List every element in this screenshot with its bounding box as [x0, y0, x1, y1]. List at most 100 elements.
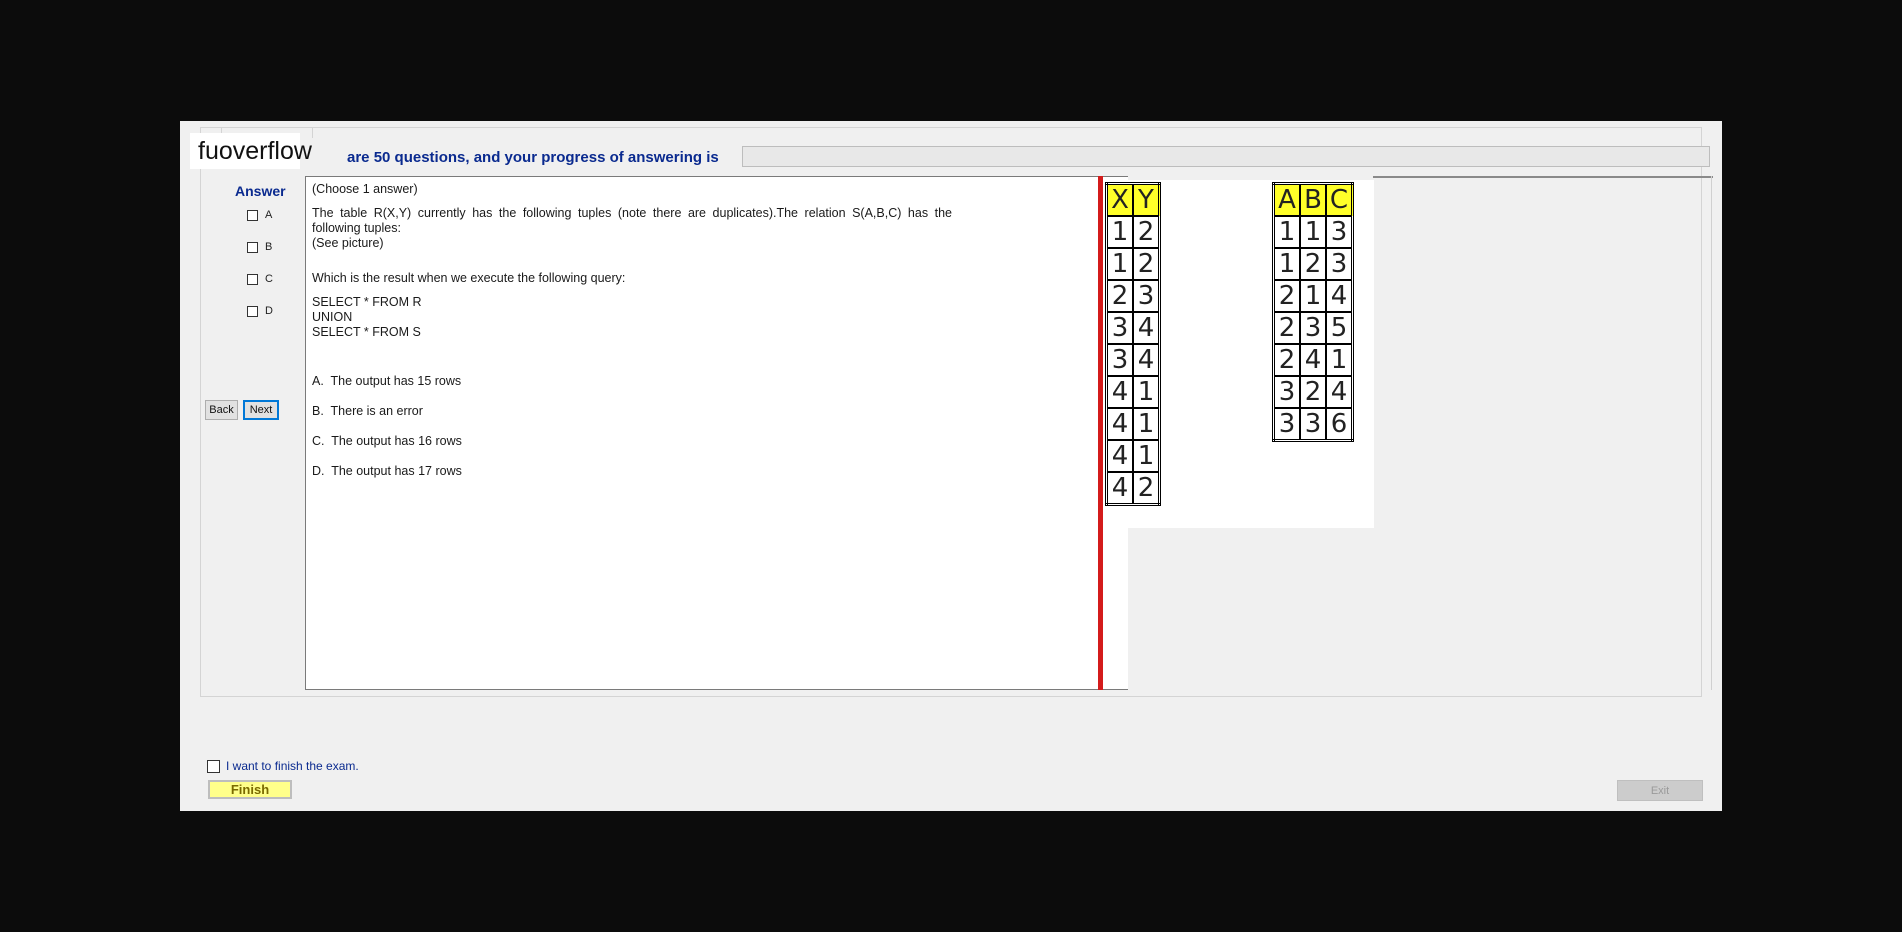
table_r-row: 12 [1105, 247, 1161, 281]
table_r-header-0: X [1105, 182, 1134, 217]
progress-bar [742, 146, 1710, 167]
option-b-label: B [265, 241, 273, 253]
table_r-cell: 2 [1132, 215, 1161, 249]
table_s-cell: 1 [1299, 279, 1327, 313]
question-prompt: Which is the result when we execute the … [312, 271, 626, 285]
finish-button[interactable]: Finish [208, 780, 292, 799]
image-panel-edge [1711, 176, 1712, 690]
option-c[interactable]: C [247, 271, 273, 287]
table_s-header-1: B [1299, 182, 1327, 217]
table_s-cell: 3 [1299, 311, 1327, 345]
back-button[interactable]: Back [205, 400, 238, 420]
question-picture: XY121223343441414142 ABC1131232142352413… [1103, 180, 1374, 528]
table_s-cell: 1 [1299, 215, 1327, 249]
table_s-row: 235 [1272, 311, 1354, 345]
table_s-cell: 2 [1299, 375, 1327, 409]
option-c-label: C [265, 273, 273, 285]
question-panel: (Choose 1 answer) The table R(X,Y) curre… [305, 176, 1128, 690]
relation-r-table: XY121223343441414142 [1105, 182, 1161, 506]
table_r-header-1: Y [1132, 182, 1161, 217]
option-a-label: A [265, 209, 273, 221]
table_s-cell: 3 [1325, 215, 1354, 249]
table_r-cell: 2 [1132, 247, 1161, 281]
answer-title: Answer [235, 183, 286, 199]
checkbox-a[interactable] [247, 209, 258, 221]
table_s-cell: 3 [1272, 375, 1301, 409]
logo: fuoverflow [190, 133, 312, 169]
question-instruction: (Choose 1 answer) [312, 182, 418, 196]
option-d-label: D [265, 305, 273, 317]
table_r-row: 12 [1105, 215, 1161, 249]
table_r-cell: 4 [1132, 343, 1161, 377]
option-a[interactable]: A [247, 207, 272, 223]
table_r-cell: 1 [1132, 439, 1161, 473]
table_r-cell: 2 [1132, 471, 1161, 506]
sql-line-2: UNION [312, 310, 353, 324]
table_r-cell: 1 [1105, 247, 1134, 281]
finish-confirm[interactable]: I want to finish the exam. [207, 759, 359, 773]
table_s-cell: 2 [1272, 279, 1301, 313]
table_s-cell: 1 [1272, 215, 1301, 249]
table_s-cell: 4 [1325, 375, 1354, 409]
table_s-cell: 4 [1299, 343, 1327, 377]
table_r-row: 42 [1105, 471, 1161, 506]
choice-b: B. There is an error [312, 404, 423, 418]
option-d[interactable]: D [247, 303, 273, 319]
finish-checkbox[interactable] [207, 759, 220, 773]
table_s-row: 214 [1272, 279, 1354, 313]
table_s-row: 336 [1272, 407, 1354, 442]
checkbox-c[interactable] [247, 273, 258, 285]
table_s-cell: 3 [1272, 407, 1301, 442]
sql-line-3: SELECT * FROM S [312, 325, 421, 339]
table_r-row: 41 [1105, 439, 1161, 473]
table_s-row: 123 [1272, 247, 1354, 281]
table_s-header-0: A [1272, 182, 1301, 217]
table_r-cell: 4 [1105, 375, 1134, 409]
choice-a: A. The output has 15 rows [312, 374, 462, 388]
table_s-row: 241 [1272, 343, 1354, 377]
table_r-cell: 3 [1105, 343, 1134, 377]
image-panel-border [1373, 176, 1713, 178]
choice-d: D. The output has 17 rows [312, 464, 462, 478]
table_s-cell: 1 [1272, 247, 1301, 281]
table_s-cell: 1 [1325, 343, 1354, 377]
table_r-cell: 1 [1132, 407, 1161, 441]
checkbox-b[interactable] [247, 241, 258, 253]
sql-line-1: SELECT * FROM R [312, 295, 422, 309]
next-button[interactable]: Next [243, 400, 279, 420]
question-group: are 50 questions, and your progress of a… [200, 127, 1713, 697]
table_s-cell: 3 [1325, 247, 1354, 281]
table_s-cell: 4 [1325, 279, 1354, 313]
table_r-cell: 4 [1105, 471, 1134, 506]
table_s-cell: 5 [1325, 311, 1354, 345]
table_r-row: 41 [1105, 407, 1161, 441]
progress-text: are 50 questions, and your progress of a… [347, 149, 719, 166]
table_r-cell: 1 [1105, 215, 1134, 249]
table_r-cell: 3 [1105, 311, 1134, 345]
table_r-cell: 3 [1132, 279, 1161, 313]
table_s-row: 324 [1272, 375, 1354, 409]
table_r-cell: 4 [1132, 311, 1161, 345]
question-body: The table R(X,Y) currently has the follo… [312, 206, 952, 235]
table_r-row: 41 [1105, 375, 1161, 409]
table_r-row: 34 [1105, 311, 1161, 345]
relation-s-table: ABC113123214235241324336 [1272, 182, 1354, 442]
table_r-row: 34 [1105, 343, 1161, 377]
exit-button[interactable]: Exit [1617, 780, 1703, 801]
exam-window: are 50 questions, and your progress of a… [180, 121, 1722, 811]
table_r-cell: 1 [1132, 375, 1161, 409]
checkbox-d[interactable] [247, 305, 258, 317]
table_s-cell: 2 [1272, 311, 1301, 345]
finish-checkbox-label: I want to finish the exam. [226, 759, 359, 773]
choice-c: C. The output has 16 rows [312, 434, 462, 448]
option-b[interactable]: B [247, 239, 272, 255]
table_s-cell: 2 [1272, 343, 1301, 377]
table_r-cell: 4 [1105, 407, 1134, 441]
table_s-cell: 6 [1325, 407, 1354, 442]
table_r-cell: 4 [1105, 439, 1134, 473]
table_s-header-2: C [1325, 182, 1354, 217]
table_r-cell: 2 [1105, 279, 1134, 313]
table_r-row: 23 [1105, 279, 1161, 313]
table_s-cell: 2 [1299, 247, 1327, 281]
see-picture-text: (See picture) [312, 236, 384, 250]
